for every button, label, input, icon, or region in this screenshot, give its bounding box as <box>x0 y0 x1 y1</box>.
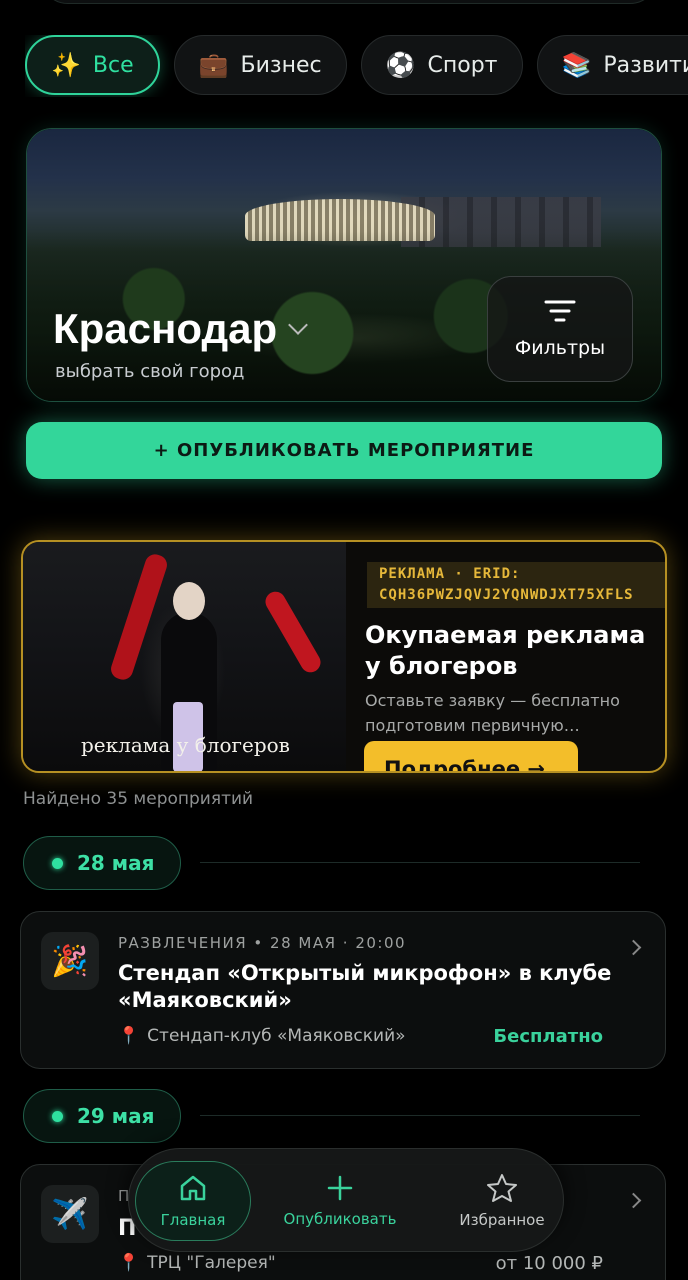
city-card: Краснодар выбрать свой город Фильтры <box>26 128 662 402</box>
event-place: 📍 Стендап-клуб «Маяковский» <box>118 1026 406 1046</box>
dot-icon <box>52 857 63 869</box>
city-selector[interactable]: Краснодар <box>53 305 309 353</box>
category-chips: ✨ Все 💼 Бизнес ⚽ Спорт 📚 Развити <box>25 35 688 97</box>
chevron-right-icon <box>625 1192 642 1209</box>
home-icon <box>180 1175 206 1201</box>
event-place-label: ТРЦ "Галерея" <box>147 1253 276 1273</box>
divider <box>200 1115 640 1116</box>
filter-icon <box>544 300 576 322</box>
event-place: 📍 ТРЦ "Галерея" <box>118 1253 276 1273</box>
filters-label: Фильтры <box>514 337 606 359</box>
divider <box>200 862 640 863</box>
chip-label: Все <box>92 52 134 78</box>
publish-event-button[interactable]: + ОПУБЛИКОВАТЬ МЕРОПРИЯТИЕ <box>26 422 662 479</box>
date-label: 28 мая <box>77 851 155 875</box>
ribbon-shape <box>261 588 325 676</box>
chevron-right-icon <box>625 939 642 956</box>
airplane-icon: ✈️ <box>41 1185 99 1243</box>
dot-icon <box>52 1110 63 1122</box>
chip-label: Развити <box>603 52 688 78</box>
nav-favorites[interactable]: Избранное <box>447 1161 557 1241</box>
plus-icon <box>327 1175 353 1201</box>
nav-home-label: Главная <box>160 1211 226 1229</box>
chip-business[interactable]: 💼 Бизнес <box>173 35 347 95</box>
chip-label: Бизнес <box>240 52 322 78</box>
chevron-down-icon <box>288 315 309 335</box>
ad-image-caption: реклама у блогеров <box>81 733 290 757</box>
event-meta: РАЗВЛЕЧЕНИЯ • 28 МАЯ · 20:00 <box>118 934 407 952</box>
top-search-edge <box>40 0 658 4</box>
star-icon <box>487 1174 517 1202</box>
books-icon: 📚 <box>561 51 592 79</box>
event-price: от 10 000 ₽ <box>495 1253 603 1274</box>
party-popper-icon: 🎉 <box>41 932 99 990</box>
soccer-ball-icon: ⚽ <box>385 51 416 79</box>
pin-icon: 📍 <box>118 1026 140 1046</box>
ad-card[interactable]: реклама у блогеров РЕКЛАМА · ERID: CQH36… <box>21 540 667 773</box>
nav-favorites-label: Избранное <box>459 1211 545 1229</box>
event-title: Стендап «Открытый микрофон» в клубе «Мая… <box>118 961 612 1012</box>
filters-button[interactable]: Фильтры <box>487 276 633 382</box>
event-place-label: Стендап-клуб «Маяковский» <box>147 1026 406 1046</box>
chip-sport[interactable]: ⚽ Спорт <box>360 35 523 95</box>
nav-publish[interactable]: Опубликовать <box>277 1161 403 1241</box>
event-card[interactable]: 🎉 РАЗВЛЕЧЕНИЯ • 28 МАЯ · 20:00 Стендап «… <box>20 911 666 1069</box>
briefcase-icon: 💼 <box>198 51 229 79</box>
ad-erid-code: CQH36PWZJQVJ2YQNWDJXT75XFLS <box>379 587 634 603</box>
city-name: Краснодар <box>53 305 278 352</box>
event-price: Бесплатно <box>493 1026 603 1047</box>
nav-publish-label: Опубликовать <box>283 1210 397 1228</box>
chip-development[interactable]: 📚 Развити <box>536 35 688 95</box>
ad-more-button[interactable]: Подробнее → <box>364 741 578 771</box>
ad-tag-line: РЕКЛАМА · ERID: <box>379 566 521 582</box>
ad-description: Оставьте заявку — бесплатно подготовим п… <box>365 691 620 735</box>
date-header: 28 мая <box>23 836 181 890</box>
city-subtitle: выбрать свой город <box>55 361 245 382</box>
ad-image: реклама у блогеров <box>23 542 346 771</box>
chip-all[interactable]: ✨ Все <box>25 35 160 95</box>
sparkles-icon: ✨ <box>51 51 81 79</box>
pin-icon: 📍 <box>118 1253 140 1273</box>
date-header: 29 мая <box>23 1089 181 1143</box>
ad-title: Окупаемая реклама у блогеров <box>365 621 646 680</box>
ad-erid-tag: РЕКЛАМА · ERID: CQH36PWZJQVJ2YQNWDJXT75X… <box>367 562 665 608</box>
model-head <box>173 582 205 620</box>
bottom-nav: Главная Опубликовать Избранное <box>128 1148 564 1252</box>
date-label: 29 мая <box>77 1104 155 1128</box>
chip-label: Спорт <box>427 52 498 78</box>
results-count: Найдено 35 мероприятий <box>23 789 254 809</box>
nav-home[interactable]: Главная <box>135 1161 251 1241</box>
